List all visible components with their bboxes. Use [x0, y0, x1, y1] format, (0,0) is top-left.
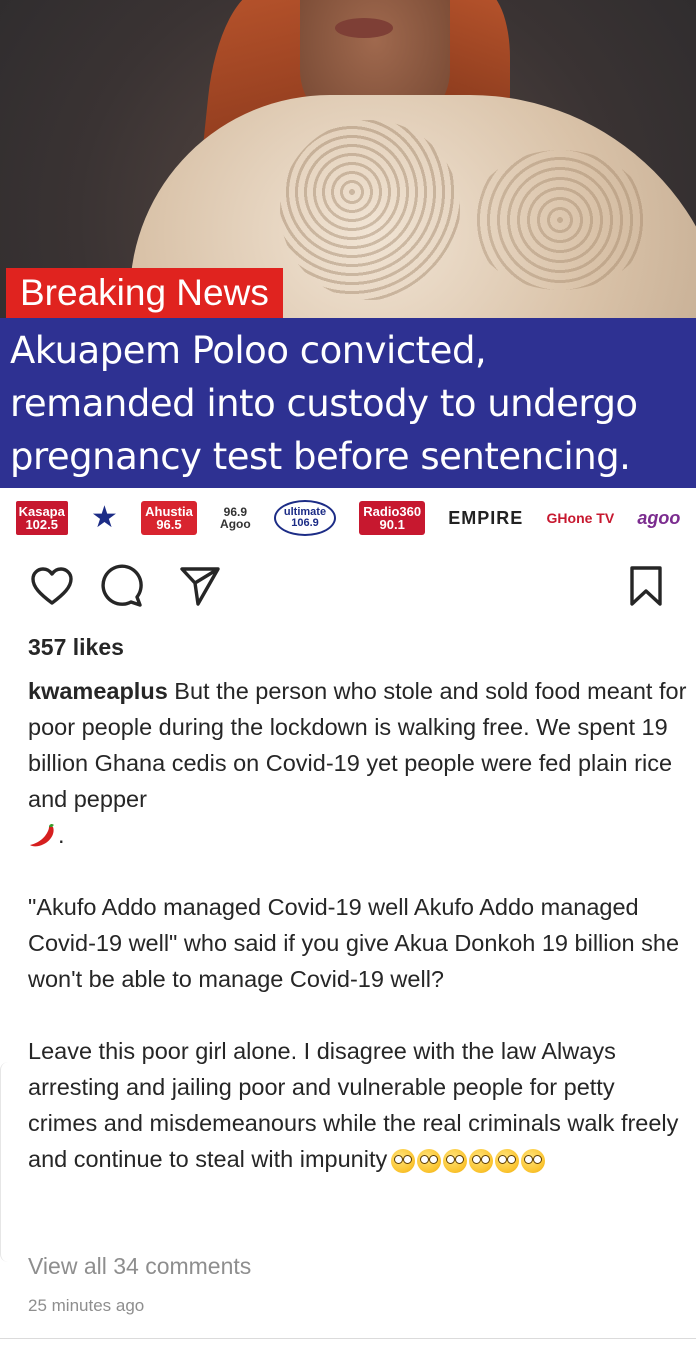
- photo-lace: [280, 120, 460, 300]
- radio360-logo: Radio360 90.1: [359, 501, 426, 535]
- save-button[interactable]: [620, 560, 672, 612]
- caption-paragraph: kwameaplus But the person who stole and …: [28, 673, 688, 853]
- post-caption: kwameaplus But the person who stole and …: [28, 673, 688, 1177]
- post-image[interactable]: Breaking News Akuapem Poloo convicted, r…: [0, 0, 696, 548]
- agoo-logo: 96.9 Agoo: [220, 505, 251, 531]
- scroll-edge: [0, 1062, 10, 1262]
- eye-roll-icon: [417, 1148, 442, 1173]
- caption-paragraph: Leave this poor girl alone. I disagree w…: [28, 1033, 688, 1177]
- comment-button[interactable]: [96, 560, 148, 612]
- comment-icon: [101, 564, 143, 607]
- headline-line: remanded into custody to undergo: [10, 382, 638, 425]
- bookmark-icon: [630, 566, 662, 606]
- eye-roll-icon: [469, 1148, 494, 1173]
- agoo-tv-logo: agoo: [637, 508, 681, 528]
- heart-icon: [31, 567, 73, 605]
- share-button[interactable]: [174, 560, 226, 612]
- like-button[interactable]: [26, 560, 78, 612]
- eye-roll-icon: [443, 1148, 468, 1173]
- view-comments-link[interactable]: View all 34 comments: [28, 1253, 251, 1280]
- likes-count[interactable]: 357 likes: [28, 634, 124, 661]
- caption-paragraph: "Akufo Addo managed Covid-19 well Akufo …: [28, 894, 680, 992]
- star-logo: ★: [91, 501, 118, 534]
- eye-roll-icon: [495, 1148, 520, 1173]
- chili-pepper-icon: [28, 823, 58, 851]
- empire-logo: EMPIRE: [448, 508, 524, 528]
- caption-text: Leave this poor girl alone. I disagree w…: [28, 1038, 679, 1172]
- divider: [0, 1338, 696, 1339]
- eye-roll-emojis: [391, 1148, 546, 1173]
- station-logos: Kasapa 102.5 ★ Ahustia 96.5 96.9 Agoo ultim…: [0, 488, 696, 548]
- photo-lace: [470, 150, 650, 290]
- ultimate-logo: ultimate 106.9: [273, 500, 337, 536]
- kasapa-logo: Kasapa 102.5: [15, 501, 68, 535]
- headline-line: pregnancy test before sentencing.: [10, 435, 631, 478]
- photo-lips: [335, 18, 393, 38]
- ahustia-logo: Ahustia 96.5: [141, 501, 197, 535]
- caption-text: .: [58, 822, 65, 848]
- ghone-logo: GHone TV: [546, 510, 615, 526]
- post-timestamp: 25 minutes ago: [28, 1296, 145, 1315]
- headline-line: Akuapem Poloo convicted,: [10, 329, 487, 372]
- eye-roll-icon: [391, 1148, 416, 1173]
- headline-box: Akuapem Poloo convicted, remanded into c…: [0, 318, 696, 488]
- breaking-news-label: Breaking News: [6, 268, 283, 318]
- paper-plane-icon: [180, 567, 220, 606]
- username-link[interactable]: kwameaplus: [28, 678, 168, 704]
- eye-roll-icon: [521, 1148, 546, 1173]
- action-bar: [0, 560, 696, 620]
